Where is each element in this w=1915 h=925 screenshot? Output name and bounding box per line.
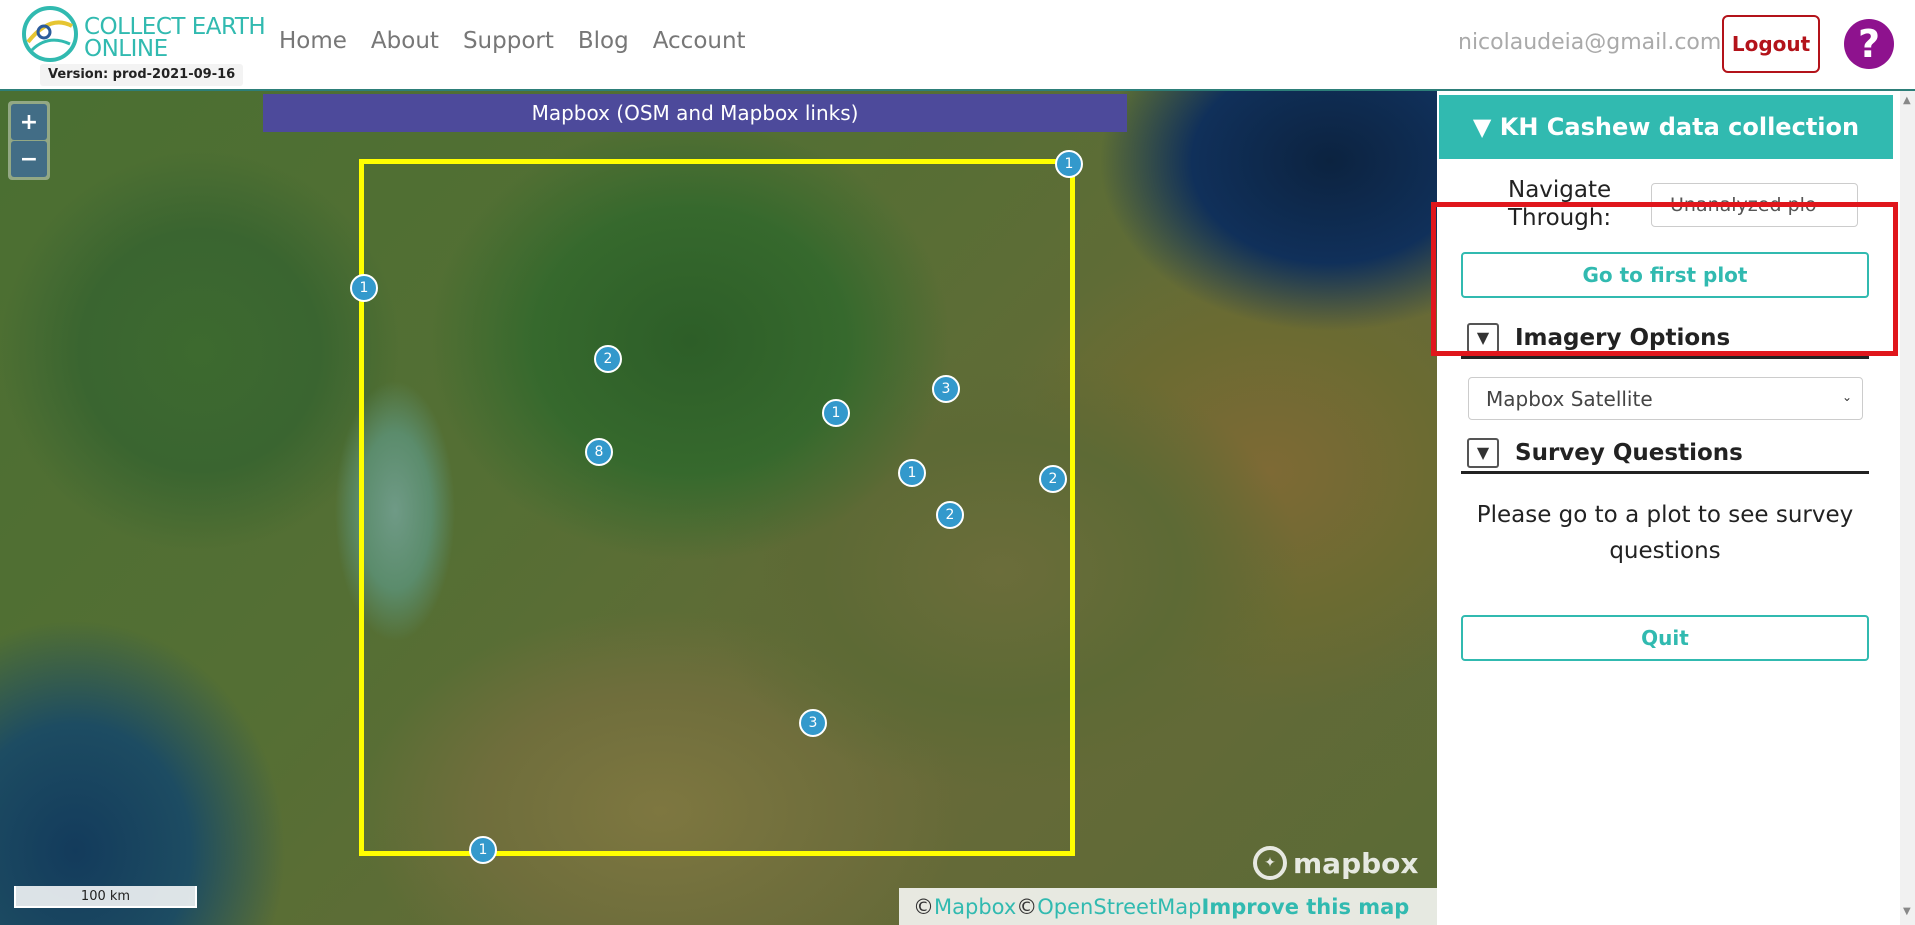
plot-cluster-marker[interactable]: 1 [350, 274, 378, 302]
chevron-down-icon: ⌄ [1841, 390, 1852, 404]
imagery-select-value: Mapbox Satellite [1486, 386, 1653, 411]
collect-earth-logo[interactable]: COLLECT EARTH ONLINE [20, 4, 266, 70]
help-button[interactable]: ? [1844, 19, 1894, 69]
plot-cluster-marker[interactable]: 2 [936, 501, 964, 529]
map-attribution: © Mapbox © OpenStreetMap Improve this ma… [899, 888, 1437, 925]
imagery-options-header: ▼ Imagery Options [1461, 319, 1869, 359]
scroll-down-arrow-icon[interactable]: ▼ [1903, 906, 1911, 917]
sidebar-scrollbar[interactable] [1900, 91, 1915, 925]
navigate-through-value: Unanalyzed plo [1670, 194, 1817, 216]
plot-cluster-marker[interactable]: 1 [469, 836, 497, 864]
nav-link-about[interactable]: About [371, 28, 439, 54]
quit-button[interactable]: Quit [1461, 615, 1869, 661]
plot-cluster-marker[interactable]: 2 [1039, 465, 1067, 493]
area-of-interest-boundary [359, 159, 1075, 856]
nav-link-home[interactable]: Home [279, 28, 347, 54]
plot-cluster-marker[interactable]: 3 [932, 375, 960, 403]
nav-links: Home About Support Blog Account [279, 28, 746, 54]
zoom-control: + − [8, 101, 50, 180]
plot-cluster-marker[interactable]: 3 [799, 709, 827, 737]
imagery-select[interactable]: Mapbox Satellite ⌄ [1468, 377, 1863, 420]
mapbox-logo-icon: ✦ [1253, 846, 1287, 880]
user-email: nicolaudeia@gmail.com [1458, 30, 1722, 55]
go-to-first-plot-button[interactable]: Go to first plot [1461, 252, 1869, 298]
attribution-copyright: © [1016, 894, 1038, 919]
mapbox-logo[interactable]: ✦ mapbox [1253, 846, 1418, 880]
chevron-down-icon: ⌄ [1840, 196, 1851, 210]
scale-bar: 100 km [14, 886, 197, 908]
nav-link-support[interactable]: Support [463, 28, 554, 54]
attribution-osm-link[interactable]: OpenStreetMap [1037, 895, 1201, 919]
plot-cluster-marker[interactable]: 2 [594, 345, 622, 373]
plot-cluster-marker[interactable]: 1 [1055, 150, 1083, 178]
map-view[interactable]: Mapbox (OSM and Mapbox links) + − 1 1 2 … [0, 91, 1437, 925]
basemap-title: Mapbox (OSM and Mapbox links) [263, 94, 1127, 132]
attribution-copyright: © [913, 894, 934, 919]
version-badge: Version: prod-2021-09-16 [40, 64, 244, 86]
survey-questions-toggle[interactable]: ▼ [1467, 437, 1499, 468]
top-navbar: COLLECT EARTH ONLINE Version: prod-2021-… [0, 0, 1915, 91]
globe-logo-icon [22, 6, 78, 62]
plot-cluster-marker[interactable]: 8 [585, 438, 613, 466]
logout-button[interactable]: Logout [1722, 15, 1820, 73]
nav-link-blog[interactable]: Blog [578, 28, 629, 54]
survey-questions-header: ▼ Survey Questions [1461, 434, 1869, 474]
attribution-mapbox-link[interactable]: Mapbox [934, 895, 1016, 919]
mapbox-logo-text: mapbox [1293, 846, 1419, 880]
plot-cluster-marker[interactable]: 1 [898, 459, 926, 487]
zoom-in-button[interactable]: + [11, 104, 47, 140]
project-title-header[interactable]: ▼ KH Cashew data collection [1439, 95, 1893, 159]
survey-questions-title: Survey Questions [1515, 439, 1743, 466]
imagery-options-title: Imagery Options [1515, 324, 1731, 351]
improve-map-link[interactable]: Improve this map [1202, 895, 1410, 919]
survey-placeholder-message: Please go to a plot to see survey questi… [1476, 502, 1854, 564]
navigate-through-label: Navigate Through: [1508, 177, 1612, 231]
logo-text-line2: ONLINE [84, 36, 168, 62]
nav-link-account[interactable]: Account [653, 28, 746, 54]
navigate-through-select[interactable]: Unanalyzed plo ⌄ [1651, 183, 1858, 227]
imagery-options-toggle[interactable]: ▼ [1467, 322, 1499, 353]
scroll-up-arrow-icon[interactable]: ▲ [1903, 95, 1911, 106]
zoom-out-button[interactable]: − [11, 141, 47, 177]
plot-cluster-marker[interactable]: 1 [822, 399, 850, 427]
